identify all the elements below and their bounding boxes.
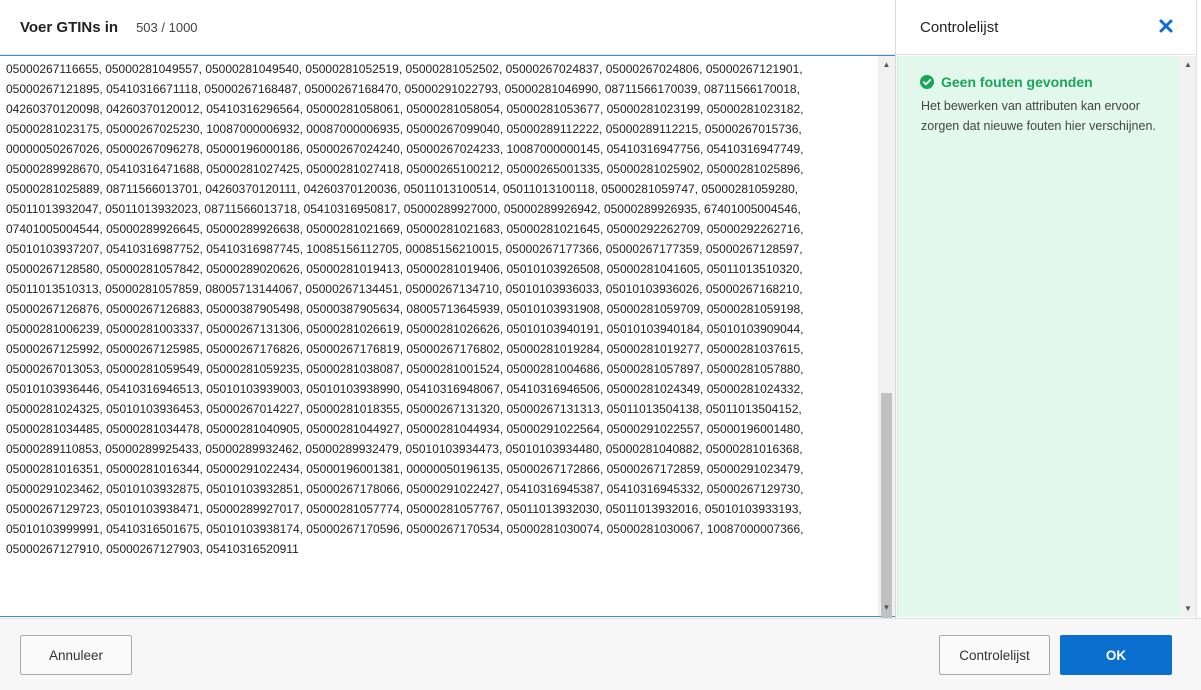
checklist-panel: Geen fouten gevonden Het bewerken van at…	[897, 56, 1180, 617]
checklist-button[interactable]: Controlelijst	[939, 635, 1050, 675]
status-description: Het bewerken van attributen kan ervoor z…	[921, 99, 1156, 133]
scroll-down-arrow-icon[interactable]: ▼	[1180, 600, 1196, 617]
dialog-title: Voer GTINs in	[20, 18, 119, 36]
panel-divider	[895, 0, 896, 618]
scroll-down-arrow-icon[interactable]: ▼	[878, 599, 895, 616]
scroll-thumb[interactable]	[881, 393, 892, 623]
textarea-scrollbar[interactable]: ▲ ▼	[878, 56, 895, 623]
checklist-title: Controlelijst	[920, 18, 999, 36]
scroll-up-arrow-icon[interactable]: ▲	[1180, 56, 1196, 73]
gtin-counter: 503 / 1000	[136, 19, 198, 35]
gtin-dialog-header: Voer GTINs in 503 / 1000	[0, 0, 896, 55]
checklist-header: Controlelijst	[896, 0, 1196, 55]
ok-button[interactable]: OK	[1060, 635, 1172, 675]
status-label: Geen fouten gevonden	[941, 74, 1093, 90]
scroll-up-arrow-icon[interactable]: ▲	[878, 56, 895, 73]
close-x-icon[interactable]	[1158, 18, 1174, 34]
cancel-button[interactable]: Annuleer	[20, 635, 132, 675]
checklist-scrollbar[interactable]: ▲ ▼	[1180, 56, 1196, 617]
checklist-status: Geen fouten gevonden	[920, 74, 1093, 90]
gtin-textarea[interactable]: 05000267116655, 05000281049557, 05000281…	[0, 55, 896, 623]
gtin-list-text[interactable]: 05000267116655, 05000281049557, 05000281…	[6, 59, 876, 614]
check-circle-icon	[920, 75, 934, 89]
dialog-footer: Annuleer Controlelijst OK	[0, 618, 1201, 690]
background-edge	[1196, 0, 1201, 618]
